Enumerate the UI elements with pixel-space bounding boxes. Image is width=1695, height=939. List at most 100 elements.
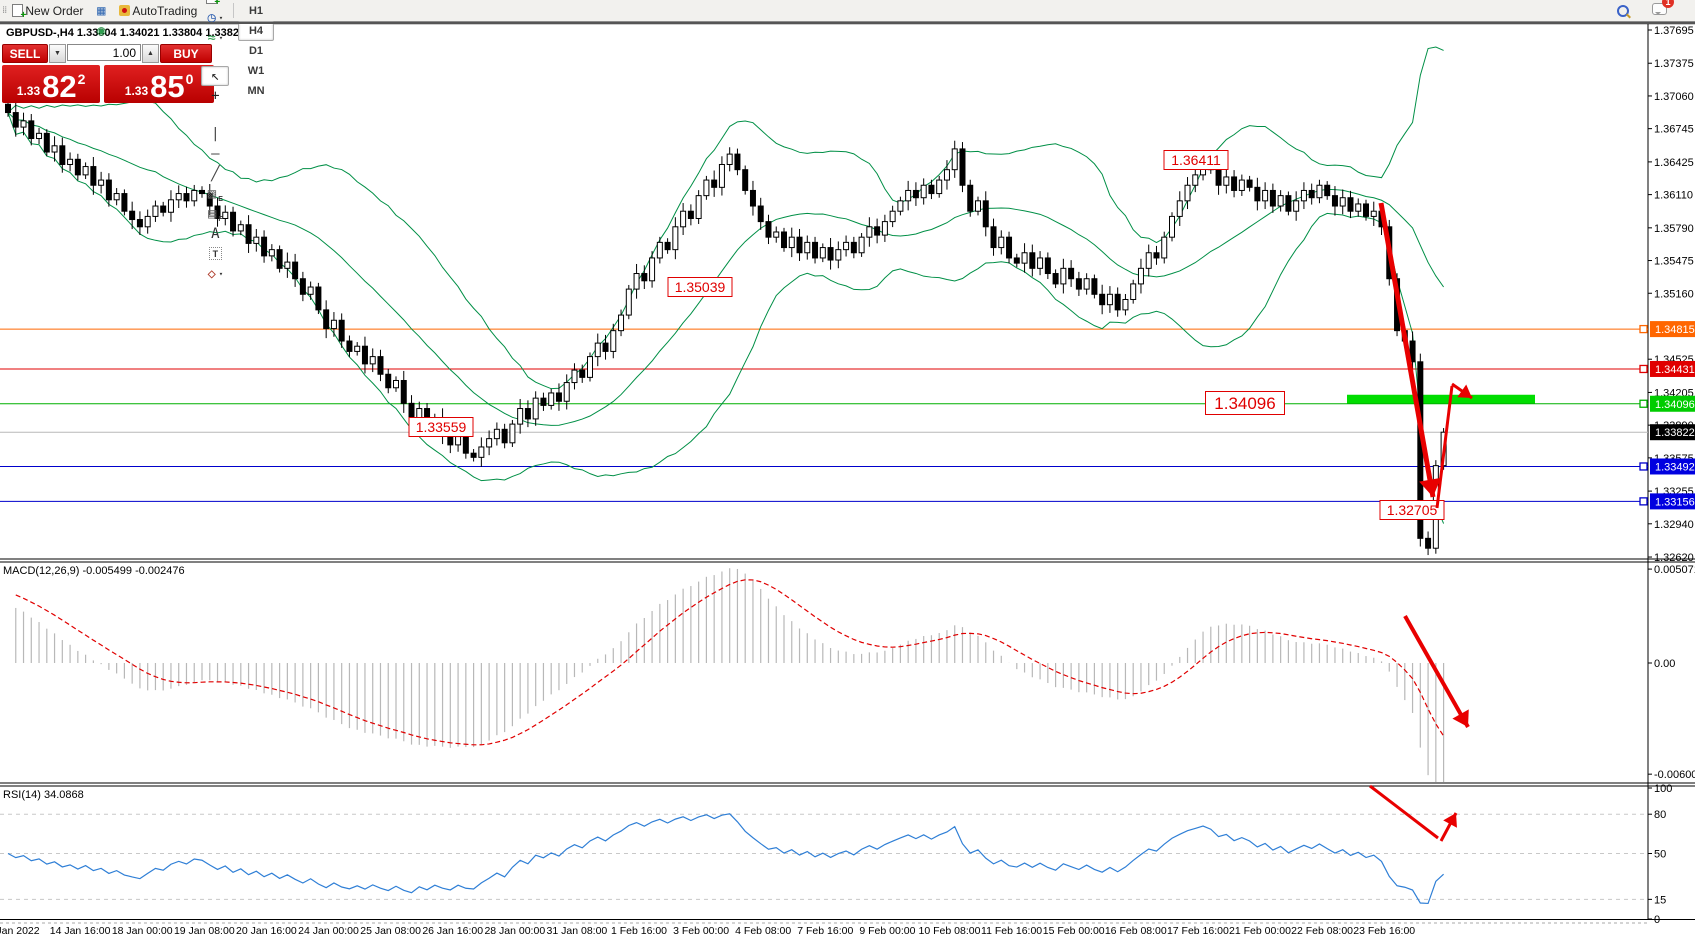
data-window-icon[interactable]: ▦	[87, 1, 115, 21]
svg-text:1.36110: 1.36110	[1654, 190, 1693, 202]
toolbar-divider	[0, 22, 1695, 24]
buy-price-small: 1.33	[125, 84, 148, 98]
drawn-arrow-2[interactable]	[1437, 386, 1452, 508]
svg-text:1.36745: 1.36745	[1654, 124, 1694, 136]
svg-text:1.34815: 1.34815	[1655, 324, 1695, 336]
label-icon[interactable]: T	[201, 244, 229, 264]
drawn-arrow-4[interactable]	[1405, 616, 1469, 727]
macd-histogram	[16, 568, 1444, 784]
macd-indicator-label: MACD(12,26,9) -0.005499 -0.002476	[3, 565, 185, 577]
buy-price-big: 85	[150, 72, 184, 101]
sell-price-button[interactable]: 1.33 82 2	[2, 65, 100, 103]
sell-price-sup: 2	[78, 71, 86, 87]
autotrading-label: AutoTrading	[132, 4, 197, 18]
svg-text:31 Jan 08:00: 31 Jan 08:00	[547, 925, 608, 937]
horizontal-line-icon[interactable]: —	[201, 144, 229, 164]
svg-text:21 Feb 00:00: 21 Feb 00:00	[1229, 925, 1291, 937]
svg-text:4 Feb 08:00: 4 Feb 08:00	[735, 925, 791, 937]
time-axis[interactable]: Jan 2022 14 Jan 16:0018 Jan 00:0019 Jan 0…	[0, 925, 1415, 937]
svg-text:80: 80	[1654, 809, 1666, 821]
svg-text:17 Feb 16:00: 17 Feb 16:00	[1167, 925, 1229, 937]
svg-text:0.00: 0.00	[1654, 658, 1675, 670]
new-template-icon[interactable]: ▾	[201, 0, 229, 8]
price-callout-1.32705[interactable]: 1.32705	[1380, 501, 1444, 520]
svg-text:0: 0	[1654, 914, 1660, 926]
buy-price-button[interactable]: 1.33 85 0	[104, 65, 214, 103]
svg-text:1.37060: 1.37060	[1654, 91, 1694, 103]
fibonacci-icon[interactable]: ▤F	[201, 204, 229, 224]
search-icon[interactable]	[1617, 5, 1629, 17]
svg-text:7 Feb 16:00: 7 Feb 16:00	[797, 925, 853, 937]
rsi-line[interactable]	[8, 814, 1444, 904]
channel-icon[interactable]: ▨E	[201, 184, 229, 204]
svg-text:9 Feb 00:00: 9 Feb 00:00	[859, 925, 915, 937]
svg-text:1.33822: 1.33822	[1655, 427, 1695, 439]
svg-text:1.34431: 1.34431	[1655, 364, 1695, 376]
chat-badge: 1	[1662, 0, 1674, 8]
price-callout-1.34096[interactable]: 1.34096	[1206, 392, 1285, 415]
toolbar: ⁞⁞ New Order ◆▦◉ AutoTrading ╫╪≀+−▦↦↠▾◷▾…	[0, 0, 1695, 22]
price-callout-1.33559[interactable]: 1.33559	[409, 418, 473, 437]
price-callout-1.36411[interactable]: 1.36411	[1164, 151, 1228, 170]
svg-text:1.32620: 1.32620	[1654, 552, 1694, 564]
svg-text:14 Jan 16:00: 14 Jan 16:00	[50, 925, 111, 937]
chat-button[interactable]: 1	[1652, 2, 1667, 20]
buy-price-sup: 0	[186, 71, 194, 87]
svg-text:28 Jan 00:00: 28 Jan 00:00	[484, 925, 545, 937]
svg-text:18 Jan 00:00: 18 Jan 00:00	[112, 925, 173, 937]
macd-pane[interactable]	[16, 568, 1444, 784]
vertical-line-icon[interactable]: |	[201, 124, 229, 144]
svg-text:26 Jan 16:00: 26 Jan 16:00	[422, 925, 483, 937]
svg-text:1.34096: 1.34096	[1655, 399, 1695, 411]
svg-text:1.33156: 1.33156	[1655, 496, 1695, 508]
shapes-icon[interactable]: ◇▾	[201, 264, 229, 284]
rsi-pane[interactable]	[0, 814, 1648, 904]
price-callout-1.35039[interactable]: 1.35039	[668, 278, 732, 297]
svg-text:11 Feb 16:00: 11 Feb 16:00	[981, 925, 1042, 937]
svg-text:1.35475: 1.35475	[1654, 256, 1694, 268]
svg-text:1 Feb 16:00: 1 Feb 16:00	[611, 925, 667, 937]
svg-text:24 Jan 00:00: 24 Jan 00:00	[298, 925, 359, 937]
timeframe-d1-button[interactable]: D1	[238, 41, 273, 61]
svg-text:15: 15	[1654, 894, 1666, 906]
svg-text:50: 50	[1654, 849, 1666, 861]
indicators-icon[interactable]: ≈▾	[201, 28, 229, 48]
chart-canvas[interactable]: 1.364111.350391.340961.335591.327051.376…	[0, 0, 1695, 939]
toolbar-grip[interactable]: ⁞⁞	[0, 5, 8, 16]
rsi-indicator-label: RSI(14) 34.0868	[3, 789, 84, 801]
key-level-highlight[interactable]	[1347, 395, 1535, 404]
text-icon[interactable]: A	[201, 224, 229, 244]
sell-price-big: 82	[42, 72, 76, 101]
svg-text:1.33559: 1.33559	[416, 419, 467, 435]
new-order-button[interactable]: New Order	[8, 1, 87, 21]
timeframe-w1-button[interactable]: W1	[238, 61, 273, 81]
svg-text:19 Jan 08:00: 19 Jan 08:00	[174, 925, 235, 937]
drawn-arrow-5[interactable]	[1370, 786, 1438, 838]
svg-text:1.35039: 1.35039	[675, 279, 726, 295]
svg-text:1.32705: 1.32705	[1387, 502, 1438, 518]
svg-text:15 Feb 00:00: 15 Feb 00:00	[1043, 925, 1105, 937]
svg-text:1.35790: 1.35790	[1654, 223, 1694, 235]
svg-text:3 Feb 00:00: 3 Feb 00:00	[673, 925, 729, 937]
sell-price-small: 1.33	[17, 84, 40, 98]
volume-input[interactable]	[67, 44, 141, 61]
timeframe-mn-button[interactable]: MN	[238, 81, 273, 101]
svg-text:1.32940: 1.32940	[1654, 519, 1694, 531]
terminal-window: ⁞⁞ New Order ◆▦◉ AutoTrading ╫╪≀+−▦↦↠▾◷▾…	[0, 0, 1695, 939]
cursor-icon[interactable]: ↖	[201, 66, 229, 86]
period-icon[interactable]: ◷▾	[201, 8, 229, 28]
sell-button[interactable]: SELL	[2, 44, 48, 63]
svg-text:1.33492: 1.33492	[1655, 461, 1695, 473]
autotrading-button[interactable]: AutoTrading	[115, 1, 201, 21]
trendline-icon[interactable]: ╱	[201, 164, 229, 184]
svg-text:1.36411: 1.36411	[1171, 152, 1221, 168]
timeframe-h1-button[interactable]: H1	[238, 1, 273, 21]
svg-text:Jan 2022: Jan 2022	[0, 925, 40, 937]
svg-text:23 Feb 16:00: 23 Feb 16:00	[1353, 925, 1415, 937]
volume-increase-button[interactable]: ▲	[142, 44, 159, 63]
drawn-arrow-6[interactable]	[1441, 813, 1457, 841]
crosshair-icon[interactable]: +	[201, 86, 229, 106]
volume-decrease-button[interactable]: ▼	[49, 44, 66, 63]
svg-text:25 Jan 08:00: 25 Jan 08:00	[360, 925, 421, 937]
one-click-trading-panel: SELL ▼ ▲ BUY 1.33 82 2 1.33 85 0	[2, 44, 214, 103]
